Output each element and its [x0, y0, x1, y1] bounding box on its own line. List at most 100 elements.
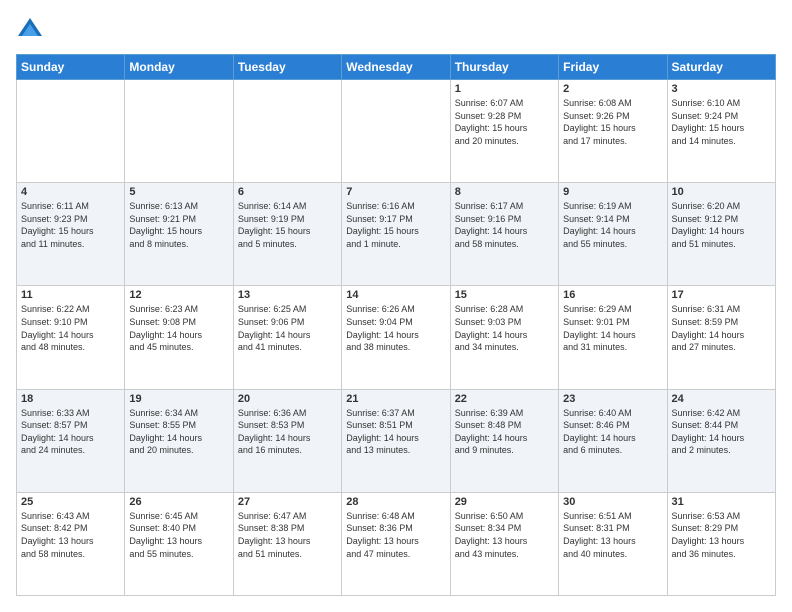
calendar-cell: 12Sunrise: 6:23 AM Sunset: 9:08 PM Dayli… [125, 286, 233, 389]
day-number: 9 [563, 186, 662, 198]
day-info: Sunrise: 6:36 AM Sunset: 8:53 PM Dayligh… [238, 407, 337, 457]
day-number: 6 [238, 186, 337, 198]
calendar-cell: 19 Sunrise: 6:34 AM Sunset: 8:55 PM Dayli… [125, 389, 233, 492]
day-number: 23 [563, 393, 662, 405]
day-info: Sunrise: 6:26 AM Sunset: 9:04 PM Dayligh… [346, 303, 445, 353]
day-number: 30 [563, 496, 662, 508]
day-number: 28 [346, 496, 445, 508]
day-info: Sunrise: 6:14 AM Sunset: 9:19 PM Dayligh… [238, 200, 337, 250]
day-info: Sunrise: 6:22 AM Sunset: 9:10 PM Dayligh… [21, 303, 120, 353]
week-row-2: 11 Sunrise: 6:22 AM Sunset: 9:10 PM Dayli… [17, 286, 776, 389]
calendar-cell: 29 Sunrise: 6:50 AM Sunset: 8:34 PM Dayli… [450, 492, 558, 595]
logo [16, 16, 48, 44]
calendar-cell: 25 Sunrise: 6:43 AM Sunset: 8:42 PM Dayli… [17, 492, 125, 595]
day-number: 17 [672, 289, 771, 301]
day-number: 1 [455, 83, 554, 95]
day-info: Sunrise: 6:40 AM Sunset: 8:46 PM Dayligh… [563, 407, 662, 457]
calendar-cell [125, 80, 233, 183]
day-number: 21 [346, 393, 445, 405]
day-info: Sunrise: 6:42 AM Sunset: 8:44 PM Dayligh… [672, 407, 771, 457]
day-number: 18 [21, 393, 120, 405]
calendar-table: SundayMondayTuesdayWednesdayThursdayFrid… [16, 54, 776, 596]
day-number: 12 [129, 289, 228, 301]
day-info: Sunrise: 6:28 AM Sunset: 9:03 PM Dayligh… [455, 303, 554, 353]
day-number: 29 [455, 496, 554, 508]
weekday-header-wednesday: Wednesday [342, 55, 450, 80]
calendar-cell: 22 Sunrise: 6:39 AM Sunset: 8:48 PM Dayli… [450, 389, 558, 492]
day-info: Sunrise: 6:17 AM Sunset: 9:16 PM Dayligh… [455, 200, 554, 250]
page: SundayMondayTuesdayWednesdayThursdayFrid… [0, 0, 792, 612]
day-number: 31 [672, 496, 771, 508]
day-number: 24 [672, 393, 771, 405]
day-info: Sunrise: 6:11 AM Sunset: 9:23 PM Dayligh… [21, 200, 120, 250]
calendar-cell: 30 Sunrise: 6:51 AM Sunset: 8:31 PM Dayli… [559, 492, 667, 595]
day-info: Sunrise: 6:48 AM Sunset: 8:36 PM Dayligh… [346, 510, 445, 560]
day-number: 27 [238, 496, 337, 508]
day-number: 14 [346, 289, 445, 301]
day-number: 15 [455, 289, 554, 301]
day-number: 2 [563, 83, 662, 95]
calendar-cell: 1 Sunrise: 6:07 AM Sunset: 9:28 PM Daylig… [450, 80, 558, 183]
day-info: Sunrise: 6:33 AM Sunset: 8:57 PM Dayligh… [21, 407, 120, 457]
day-number: 16 [563, 289, 662, 301]
calendar-cell: 15 Sunrise: 6:28 AM Sunset: 9:03 PM Dayli… [450, 286, 558, 389]
day-info: Sunrise: 6:53 AM Sunset: 8:29 PM Dayligh… [672, 510, 771, 560]
calendar-cell: 6 Sunrise: 6:14 AM Sunset: 9:19 PM Daylig… [233, 183, 341, 286]
calendar-cell: 4 Sunrise: 6:11 AM Sunset: 9:23 PM Daylig… [17, 183, 125, 286]
day-number: 5 [129, 186, 228, 198]
day-info: Sunrise: 6:10 AM Sunset: 9:24 PM Dayligh… [672, 97, 771, 147]
day-number: 10 [672, 186, 771, 198]
calendar-cell: 11 Sunrise: 6:22 AM Sunset: 9:10 PM Dayli… [17, 286, 125, 389]
day-info: Sunrise: 6:16 AM Sunset: 9:17 PM Dayligh… [346, 200, 445, 250]
week-row-0: 1 Sunrise: 6:07 AM Sunset: 9:28 PM Daylig… [17, 80, 776, 183]
day-info: Sunrise: 6:19 AM Sunset: 9:14 PM Dayligh… [563, 200, 662, 250]
weekday-header-tuesday: Tuesday [233, 55, 341, 80]
calendar-cell: 2 Sunrise: 6:08 AM Sunset: 9:26 PM Daylig… [559, 80, 667, 183]
calendar-cell: 20 Sunrise: 6:36 AM Sunset: 8:53 PM Dayli… [233, 389, 341, 492]
day-info: Sunrise: 6:07 AM Sunset: 9:28 PM Dayligh… [455, 97, 554, 147]
day-info: Sunrise: 6:31 AM Sunset: 8:59 PM Dayligh… [672, 303, 771, 353]
day-info: Sunrise: 6:43 AM Sunset: 8:42 PM Dayligh… [21, 510, 120, 560]
day-number: 22 [455, 393, 554, 405]
calendar-cell [342, 80, 450, 183]
day-number: 25 [21, 496, 120, 508]
calendar-cell: 21 Sunrise: 6:37 AM Sunset: 8:51 PM Dayli… [342, 389, 450, 492]
day-number: 11 [21, 289, 120, 301]
day-info: Sunrise: 6:13 AM Sunset: 9:21 PM Dayligh… [129, 200, 228, 250]
calendar-cell: 5 Sunrise: 6:13 AM Sunset: 9:21 PM Daylig… [125, 183, 233, 286]
calendar-cell: 14 Sunrise: 6:26 AM Sunset: 9:04 PM Dayli… [342, 286, 450, 389]
calendar-cell: 23 Sunrise: 6:40 AM Sunset: 8:46 PM Dayli… [559, 389, 667, 492]
day-info: Sunrise: 6:34 AM Sunset: 8:55 PM Dayligh… [129, 407, 228, 457]
day-info: Sunrise: 6:50 AM Sunset: 8:34 PM Dayligh… [455, 510, 554, 560]
day-number: 3 [672, 83, 771, 95]
weekday-header-sunday: Sunday [17, 55, 125, 80]
day-number: 20 [238, 393, 337, 405]
day-number: 13 [238, 289, 337, 301]
calendar-cell: 17 Sunrise: 6:31 AM Sunset: 8:59 PM Dayli… [667, 286, 775, 389]
day-info: Sunrise: 6:51 AM Sunset: 8:31 PM Dayligh… [563, 510, 662, 560]
calendar-cell: 28 Sunrise: 6:48 AM Sunset: 8:36 PM Dayli… [342, 492, 450, 595]
day-info: Sunrise: 6:37 AM Sunset: 8:51 PM Dayligh… [346, 407, 445, 457]
calendar-cell: 10Sunrise: 6:20 AM Sunset: 9:12 PM Dayli… [667, 183, 775, 286]
weekday-header-row: SundayMondayTuesdayWednesdayThursdayFrid… [17, 55, 776, 80]
week-row-4: 25 Sunrise: 6:43 AM Sunset: 8:42 PM Dayli… [17, 492, 776, 595]
calendar-cell: 27Sunrise: 6:47 AM Sunset: 8:38 PM Dayli… [233, 492, 341, 595]
calendar-cell: 9 Sunrise: 6:19 AM Sunset: 9:14 PM Daylig… [559, 183, 667, 286]
day-number: 19 [129, 393, 228, 405]
calendar-cell [233, 80, 341, 183]
day-info: Sunrise: 6:25 AM Sunset: 9:06 PM Dayligh… [238, 303, 337, 353]
week-row-3: 18 Sunrise: 6:33 AM Sunset: 8:57 PM Dayli… [17, 389, 776, 492]
day-info: Sunrise: 6:39 AM Sunset: 8:48 PM Dayligh… [455, 407, 554, 457]
day-number: 26 [129, 496, 228, 508]
calendar-cell: 31 Sunrise: 6:53 AM Sunset: 8:29 PM Dayli… [667, 492, 775, 595]
weekday-header-monday: Monday [125, 55, 233, 80]
calendar-cell: 16Sunrise: 6:29 AM Sunset: 9:01 PM Dayli… [559, 286, 667, 389]
day-number: 4 [21, 186, 120, 198]
logo-icon [16, 16, 44, 44]
weekday-header-thursday: Thursday [450, 55, 558, 80]
calendar-cell: 18 Sunrise: 6:33 AM Sunset: 8:57 PM Dayli… [17, 389, 125, 492]
calendar-cell: 3 Sunrise: 6:10 AM Sunset: 9:24 PM Daylig… [667, 80, 775, 183]
calendar-cell: 26Sunrise: 6:45 AM Sunset: 8:40 PM Dayli… [125, 492, 233, 595]
calendar-cell [17, 80, 125, 183]
day-info: Sunrise: 6:08 AM Sunset: 9:26 PM Dayligh… [563, 97, 662, 147]
